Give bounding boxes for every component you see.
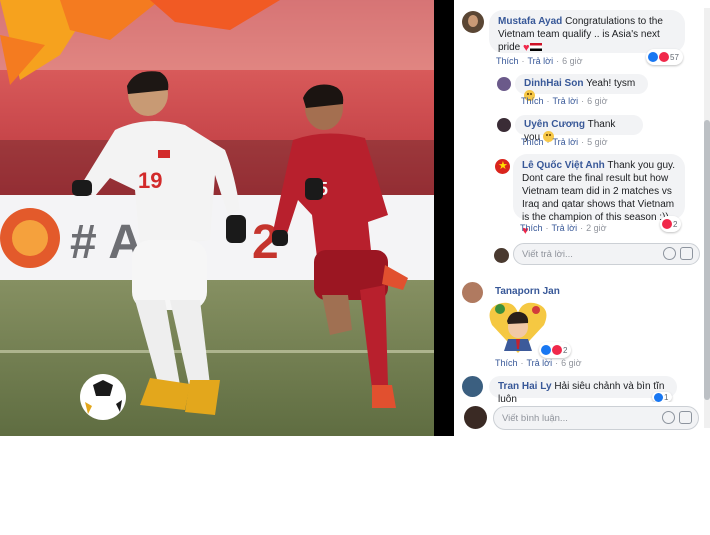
flag-icon [529,43,542,51]
avatar[interactable]: ★ [495,159,510,174]
like-link[interactable]: Thích [520,223,543,233]
heart-icon [552,345,562,355]
comment-time[interactable]: 6 giờ [561,358,581,368]
current-user-avatar [464,406,487,429]
comment-author[interactable]: Tanaporn Jan [495,286,560,297]
comment-time[interactable]: 6 giờ [587,96,607,106]
reply-input-placeholder: Viết trả lời... [522,248,573,260]
emoji-icon[interactable] [663,247,676,260]
sticker-icon[interactable] [679,411,692,424]
like-link[interactable]: Thích [496,56,519,66]
comment-input[interactable]: Viết bình luận... [493,406,699,430]
like-link[interactable]: Thích [495,358,518,368]
reaction-count: 2 [673,219,678,229]
reaction-count: 57 [670,52,679,62]
comment-bubble: Mustafa Ayad Congratulations to the Viet… [489,10,685,54]
reply-link[interactable]: Trả lời [528,56,554,66]
avatar[interactable] [462,376,483,397]
match-photo-art: # A 2 19 5 [0,0,434,436]
board-text: # A [70,216,143,269]
like-link[interactable]: Thích [521,137,544,147]
like-icon [541,345,551,355]
avatar[interactable] [462,11,484,33]
reaction-summary[interactable]: 2 [539,342,572,358]
comment-text: Yeah! tysm [586,78,636,89]
comment-input-placeholder: Viết bình luận... [502,412,568,424]
comment-time[interactable]: 2 giờ [586,223,606,233]
reply-input[interactable]: Viết trả lời... [513,243,700,265]
reaction-count: 2 [563,345,568,355]
current-user-avatar [494,248,509,263]
player-number: 19 [138,168,162,193]
like-icon [648,52,658,62]
comments-panel: Mustafa Ayad Congratulations to the Viet… [454,0,710,436]
comment-actions: Thích · Trả lời · 6 giờ [496,56,583,66]
photo-divider [434,0,454,436]
match-photo: # A 2 19 5 [0,0,434,436]
reaction-summary[interactable]: 2 [660,216,682,232]
sticker-icon[interactable] [680,247,693,260]
like-icon [654,392,663,402]
reaction-summary[interactable]: 1 [652,392,673,402]
reply-link[interactable]: Trả lời [553,96,579,106]
comment-bubble: Uyên Cương Thank you [515,115,643,143]
reply-link[interactable]: Trả lời [527,358,553,368]
emoji-icon[interactable] [662,411,675,424]
comment-author[interactable]: Uyên Cương [524,119,585,130]
like-link[interactable]: Thích [521,96,544,106]
comment-author[interactable]: Tran Hai Ly [498,381,552,392]
reply-link[interactable]: Trả lời [552,223,578,233]
heart-icon [659,52,669,62]
scrollbar-thumb[interactable] [704,120,710,400]
reaction-count: 1 [664,392,669,402]
comment-time[interactable]: 5 giờ [587,137,607,147]
comment-bubble: Lê Quốc Việt Anh Thank you guy. Dont car… [513,154,685,237]
comment-author[interactable]: DinhHai Son [524,78,583,89]
comment-actions: Thích · Trả lời · 2 giờ [520,223,607,233]
comment-time[interactable]: 6 giờ [562,56,582,66]
comment-composer: Viết bình luận... [454,402,704,436]
comment-author[interactable]: Mustafa Ayad [498,16,562,27]
avatar[interactable] [497,77,511,91]
heart-icon [662,219,672,229]
comment-bubble: DinhHai Son Yeah! tysm [515,74,648,101]
avatar[interactable] [462,282,483,303]
reply-link[interactable]: Trả lời [553,137,579,147]
comment-bubble: Tran Hai Ly Hải siêu chảnh và bìn tĩn lu… [489,376,677,405]
comment-author[interactable]: Lê Quốc Việt Anh [522,160,605,171]
comment-actions: Thích · Trả lời · 6 giờ [521,96,608,106]
comment-actions: Thích · Trả lời · 6 giờ [495,358,582,368]
avatar[interactable] [497,118,511,132]
comment-actions: Thích · Trả lời · 5 giờ [521,137,608,147]
reaction-summary[interactable]: 57 [646,49,683,65]
